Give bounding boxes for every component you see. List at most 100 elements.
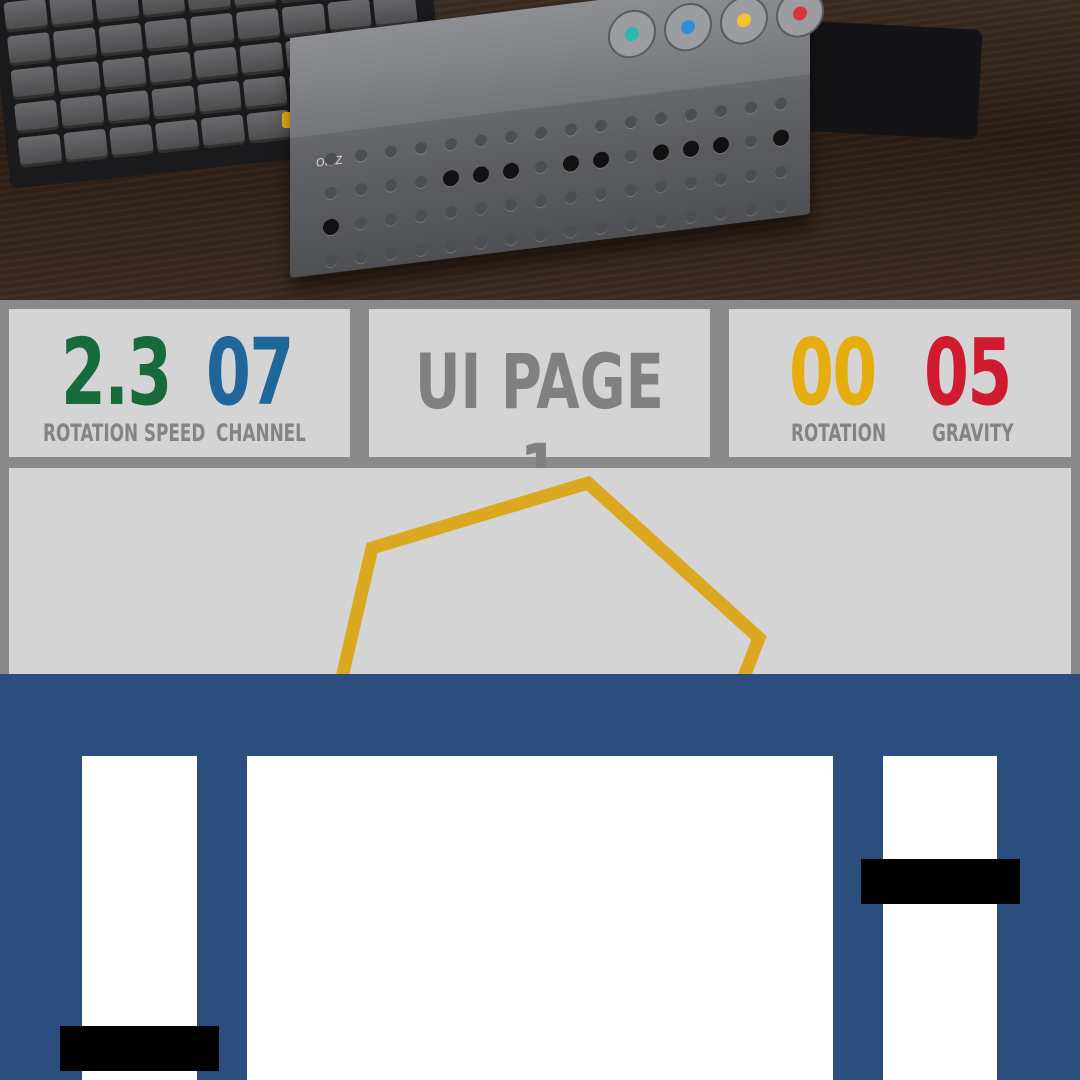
device-key <box>685 210 697 224</box>
device-key <box>775 96 787 111</box>
gravity-label: GRAVITY <box>932 419 1014 447</box>
device-key <box>355 148 367 163</box>
device-key <box>475 201 487 216</box>
device-key <box>715 206 727 220</box>
keyboard-key <box>3 0 49 33</box>
device-key <box>563 154 579 173</box>
device-key <box>565 224 577 239</box>
device-key <box>415 243 427 257</box>
shape-canvas <box>9 468 1071 674</box>
device-key <box>745 134 757 149</box>
keyboard-key <box>200 114 246 149</box>
device-key <box>355 250 367 265</box>
device-key <box>683 139 699 158</box>
device-key <box>625 183 637 197</box>
keyboard-key <box>98 22 144 57</box>
device-key <box>505 130 517 144</box>
encoder-cap <box>793 5 807 22</box>
encoder-knob <box>608 7 656 61</box>
device-key <box>443 169 459 188</box>
gravity-value: 05 <box>924 319 1012 426</box>
keyboard-key <box>189 12 235 48</box>
right-slider-track[interactable] <box>883 756 997 1080</box>
device-key <box>625 115 637 129</box>
device-key <box>385 178 397 193</box>
device-key <box>655 111 667 126</box>
keyboard-key <box>140 0 186 19</box>
device-key <box>475 235 487 250</box>
control-area <box>0 674 1080 1080</box>
keyboard-key <box>144 17 190 52</box>
device-key <box>535 194 547 208</box>
device-key <box>535 160 547 174</box>
device-key <box>595 221 607 235</box>
keyboard-key <box>63 128 109 163</box>
keyboard-key <box>56 61 102 96</box>
device-key <box>505 232 517 246</box>
encoder-knob <box>664 0 712 55</box>
keyboard-key <box>102 56 147 91</box>
encoder-cap <box>737 12 751 29</box>
device-key <box>445 137 457 151</box>
center-pad[interactable] <box>247 756 833 1080</box>
device-key <box>773 128 789 147</box>
device-key <box>445 205 457 219</box>
keyboard-key <box>186 0 232 14</box>
keyboard-key <box>10 65 56 101</box>
channel-label: CHANNEL <box>216 419 306 447</box>
keyboard-key <box>94 0 140 23</box>
hexagon-shape <box>336 475 767 674</box>
device-key <box>655 213 667 228</box>
right-slider-handle[interactable] <box>861 859 1020 904</box>
device-key <box>325 254 337 268</box>
keyboard-key <box>52 27 98 62</box>
device-key <box>685 176 697 190</box>
device-key <box>653 143 669 162</box>
device-key <box>713 136 729 155</box>
keyboard-key <box>151 85 197 120</box>
keyboard-key <box>49 0 95 28</box>
keyboard-key <box>14 99 59 134</box>
keyboard-key <box>59 94 105 130</box>
device-key <box>535 126 547 140</box>
device-key <box>505 198 517 212</box>
encoder-knob <box>720 0 768 48</box>
device-key <box>593 150 609 169</box>
speed-channel-panel: 2.3 ROTATION SPEED 07 CHANNEL <box>9 309 350 457</box>
device-key <box>503 161 519 180</box>
keyboard-key <box>193 46 239 81</box>
device-key <box>325 186 337 200</box>
keyboard-key <box>17 133 63 168</box>
keyboard-key <box>6 32 52 67</box>
keyboard-key <box>232 0 278 9</box>
left-slider-handle[interactable] <box>60 1026 219 1071</box>
device-key <box>565 190 577 205</box>
device-key <box>415 209 427 223</box>
page-title-panel: UI PAGE 1 <box>369 309 710 516</box>
shape-svg <box>336 475 767 674</box>
device-key <box>473 165 489 184</box>
device-key <box>595 187 607 201</box>
device-key <box>625 217 637 231</box>
rotation-gravity-panel: 00 ROTATION 05 GRAVITY <box>729 309 1071 457</box>
device-key <box>355 182 367 197</box>
rotation-speed-label: ROTATION SPEED <box>43 419 206 447</box>
encoder-knob <box>776 0 824 41</box>
keyboard-key <box>281 3 327 38</box>
keyboard-key <box>239 41 285 77</box>
device-key <box>535 228 547 242</box>
keyboard-key <box>242 75 288 110</box>
encoder-cap <box>625 26 639 42</box>
rotation-value: 00 <box>789 319 877 426</box>
device-key <box>445 239 457 253</box>
device-key <box>715 104 727 118</box>
device-key <box>475 133 487 148</box>
device-key <box>715 172 727 186</box>
device-key <box>685 108 697 122</box>
keyboard-key <box>154 119 200 154</box>
keyboard-key <box>235 8 281 43</box>
keyboard-key <box>197 80 242 115</box>
device-key <box>595 119 607 133</box>
rotation-speed-value: 2.3 <box>61 319 172 426</box>
device-key <box>745 202 757 217</box>
